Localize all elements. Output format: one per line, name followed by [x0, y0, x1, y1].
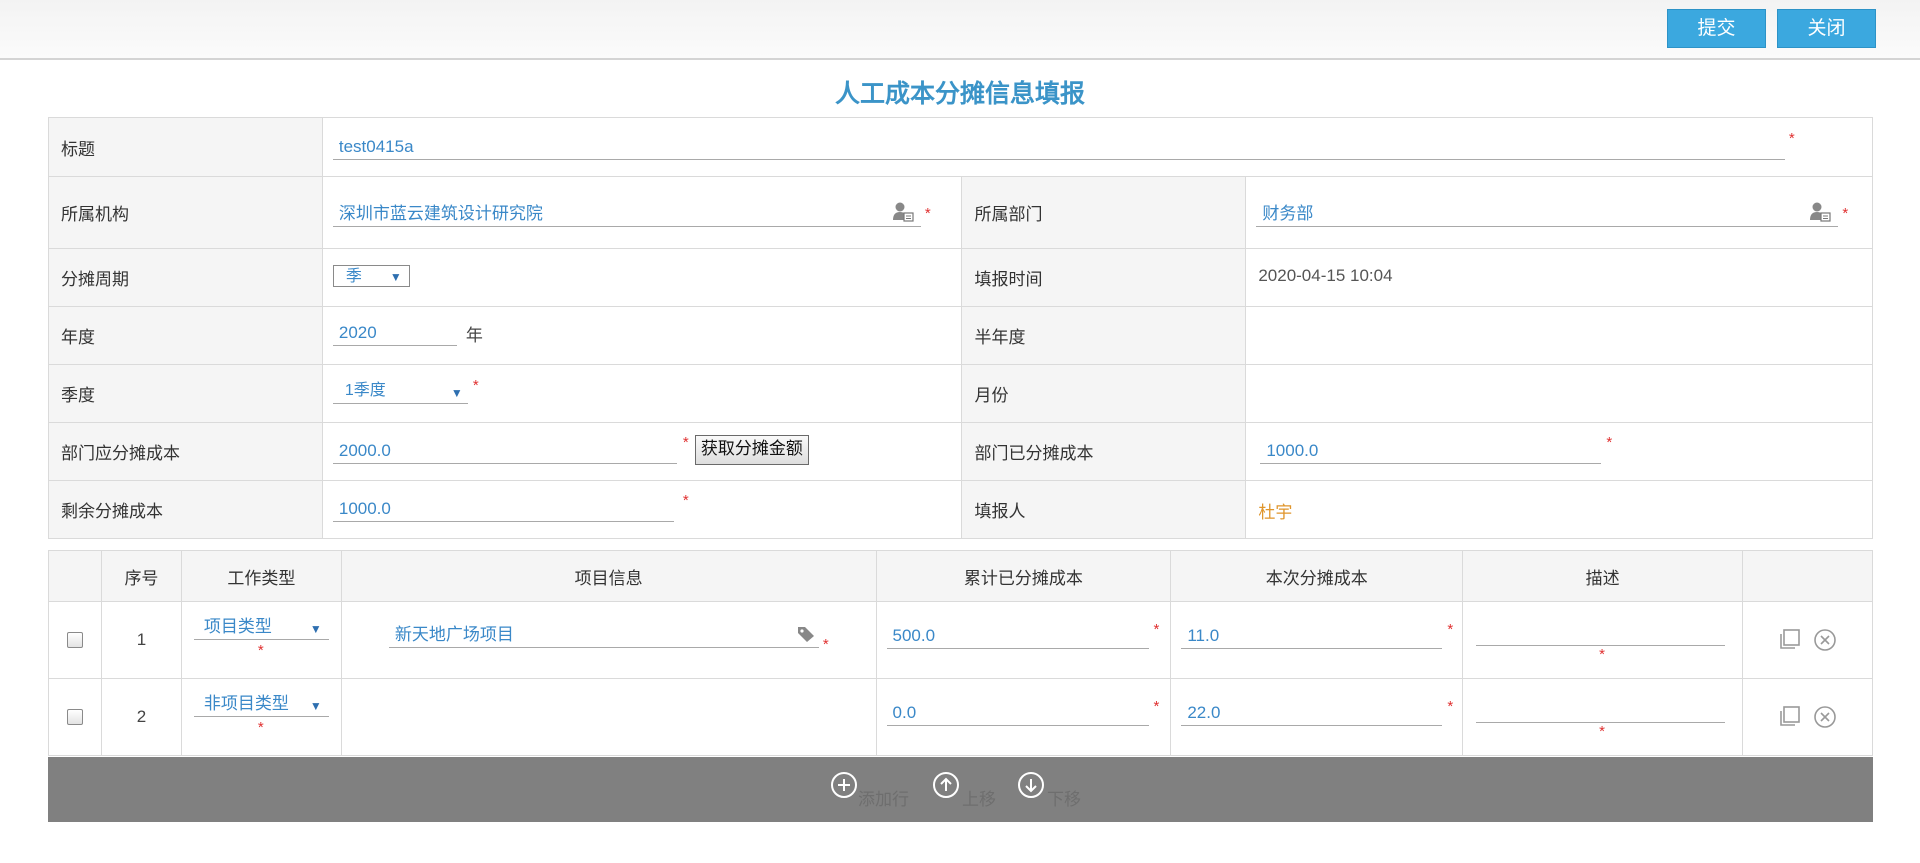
quarter-label: 季度 — [48, 364, 323, 423]
required-mark: * — [472, 377, 479, 394]
actions-column-header — [1742, 550, 1873, 602]
required-mark: * — [1599, 646, 1606, 663]
detail-grid: 序号 工作类型 项目信息 累计已分摊成本 本次分摊成本 描述 1 项目类型 ▼ … — [48, 550, 1873, 756]
month-label: 月份 — [961, 364, 1247, 423]
chevron-down-icon: ▼ — [450, 386, 463, 400]
copy-icon[interactable] — [1777, 628, 1801, 652]
required-mark: * — [924, 205, 931, 222]
row-number: 2 — [136, 707, 147, 726]
project-input[interactable]: 新天地广场项目 — [388, 622, 819, 648]
column-header: 工作类型 — [180, 550, 342, 602]
chevron-down-icon: ▼ — [309, 622, 322, 636]
get-allocation-button[interactable]: 获取分摊金额 — [694, 435, 809, 465]
row-number: 1 — [136, 630, 147, 649]
year-unit: 年 — [465, 326, 483, 345]
description-input[interactable] — [1476, 697, 1726, 723]
arrow-down-circle-icon — [1018, 772, 1044, 798]
fill-time-label: 填报时间 — [961, 248, 1247, 307]
org-label: 所属机构 — [48, 176, 323, 249]
required-mark: * — [1606, 434, 1613, 451]
current-cost-input[interactable]: 22.0 — [1181, 700, 1443, 726]
column-header: 描述 — [1462, 550, 1744, 602]
required-mark: * — [1788, 130, 1795, 147]
top-toolbar: 提交 关闭 — [0, 0, 1920, 60]
add-row-label: 添加行 — [858, 790, 909, 809]
accumulated-cost-input[interactable]: 0.0 — [886, 700, 1149, 726]
dept-allocated-input[interactable]: 1000.0 — [1260, 438, 1602, 464]
page-title: 人工成本分摊信息填报 — [834, 80, 1085, 108]
dept-cost-input[interactable]: 2000.0 — [332, 438, 677, 464]
table-row: 1 项目类型 ▼ * 新天地广场项目 * 500.0 * 11.0 * * — [48, 601, 1873, 679]
required-mark: * — [1842, 205, 1849, 222]
table-row: 2 非项目类型 ▼ * 0.0 * 22.0 * * — [48, 678, 1873, 756]
quarter-select[interactable]: 1季度 ▼ — [332, 378, 468, 404]
remaining-label: 剩余分摊成本 — [48, 480, 323, 539]
required-mark: * — [1153, 698, 1160, 715]
info-form: 标题 test0415a * 所属机构 深圳市蓝云建筑设计研究院 * 所属部门 … — [48, 117, 1874, 539]
remaining-input[interactable]: 1000.0 — [332, 496, 674, 522]
select-column-header — [48, 550, 102, 602]
column-header: 项目信息 — [340, 550, 877, 602]
current-cost-input[interactable]: 11.0 — [1181, 623, 1443, 649]
dept-picker-icon[interactable] — [1809, 201, 1831, 223]
row-checkbox[interactable] — [67, 632, 83, 648]
year-label: 年度 — [48, 306, 323, 365]
row-checkbox[interactable] — [67, 709, 83, 725]
move-down-label: 下移 — [1047, 790, 1081, 809]
tag-icon[interactable] — [797, 625, 815, 643]
org-input[interactable]: 深圳市蓝云建筑设计研究院 — [332, 201, 921, 227]
dept-cost-label: 部门应分摊成本 — [48, 422, 323, 481]
required-mark: * — [1447, 698, 1454, 715]
required-mark: * — [257, 642, 264, 659]
required-mark: * — [1153, 621, 1160, 638]
period-select[interactable]: 季 ▼ — [332, 265, 410, 287]
chevron-down-icon: ▼ — [309, 699, 322, 713]
column-header: 序号 — [100, 550, 182, 602]
copy-icon[interactable] — [1777, 705, 1801, 729]
description-input[interactable] — [1476, 620, 1726, 646]
close-button[interactable]: 关闭 — [1777, 9, 1876, 48]
dept-label: 所属部门 — [961, 176, 1247, 249]
column-header: 本次分摊成本 — [1170, 550, 1464, 602]
required-mark: * — [822, 636, 829, 653]
arrow-up-circle-icon — [933, 772, 959, 798]
half-year-label: 半年度 — [961, 306, 1247, 365]
delete-icon[interactable] — [1813, 628, 1837, 652]
plus-circle-icon — [831, 772, 857, 798]
period-label: 分摊周期 — [48, 248, 323, 307]
org-picker-icon[interactable] — [892, 201, 914, 223]
required-mark: * — [1599, 723, 1606, 740]
column-header: 累计已分摊成本 — [875, 550, 1172, 602]
title-input[interactable]: test0415a — [332, 134, 1785, 160]
move-up-label: 上移 — [962, 790, 996, 809]
reporter-value: 杜宇 — [1258, 503, 1293, 522]
year-input[interactable]: 2020 — [332, 320, 457, 346]
dept-allocated-label: 部门已分摊成本 — [961, 422, 1247, 481]
chevron-down-icon: ▼ — [389, 270, 402, 284]
title-label: 标题 — [48, 117, 323, 177]
required-mark: * — [1447, 621, 1454, 638]
submit-button[interactable]: 提交 — [1667, 9, 1766, 48]
required-mark: * — [257, 719, 264, 736]
fill-time-value: 2020-04-15 10:04 — [1258, 266, 1393, 285]
delete-icon[interactable] — [1813, 705, 1837, 729]
accumulated-cost-input[interactable]: 500.0 — [886, 623, 1149, 649]
required-mark: * — [682, 434, 689, 451]
dept-input[interactable]: 财务部 — [1256, 201, 1839, 227]
work-type-select[interactable]: 项目类型 ▼ — [193, 614, 329, 640]
required-mark: * — [682, 492, 689, 509]
reporter-label: 填报人 — [961, 480, 1247, 539]
grid-footer: 添加行 上移 下移 — [48, 757, 1873, 822]
work-type-select[interactable]: 非项目类型 ▼ — [193, 691, 329, 717]
